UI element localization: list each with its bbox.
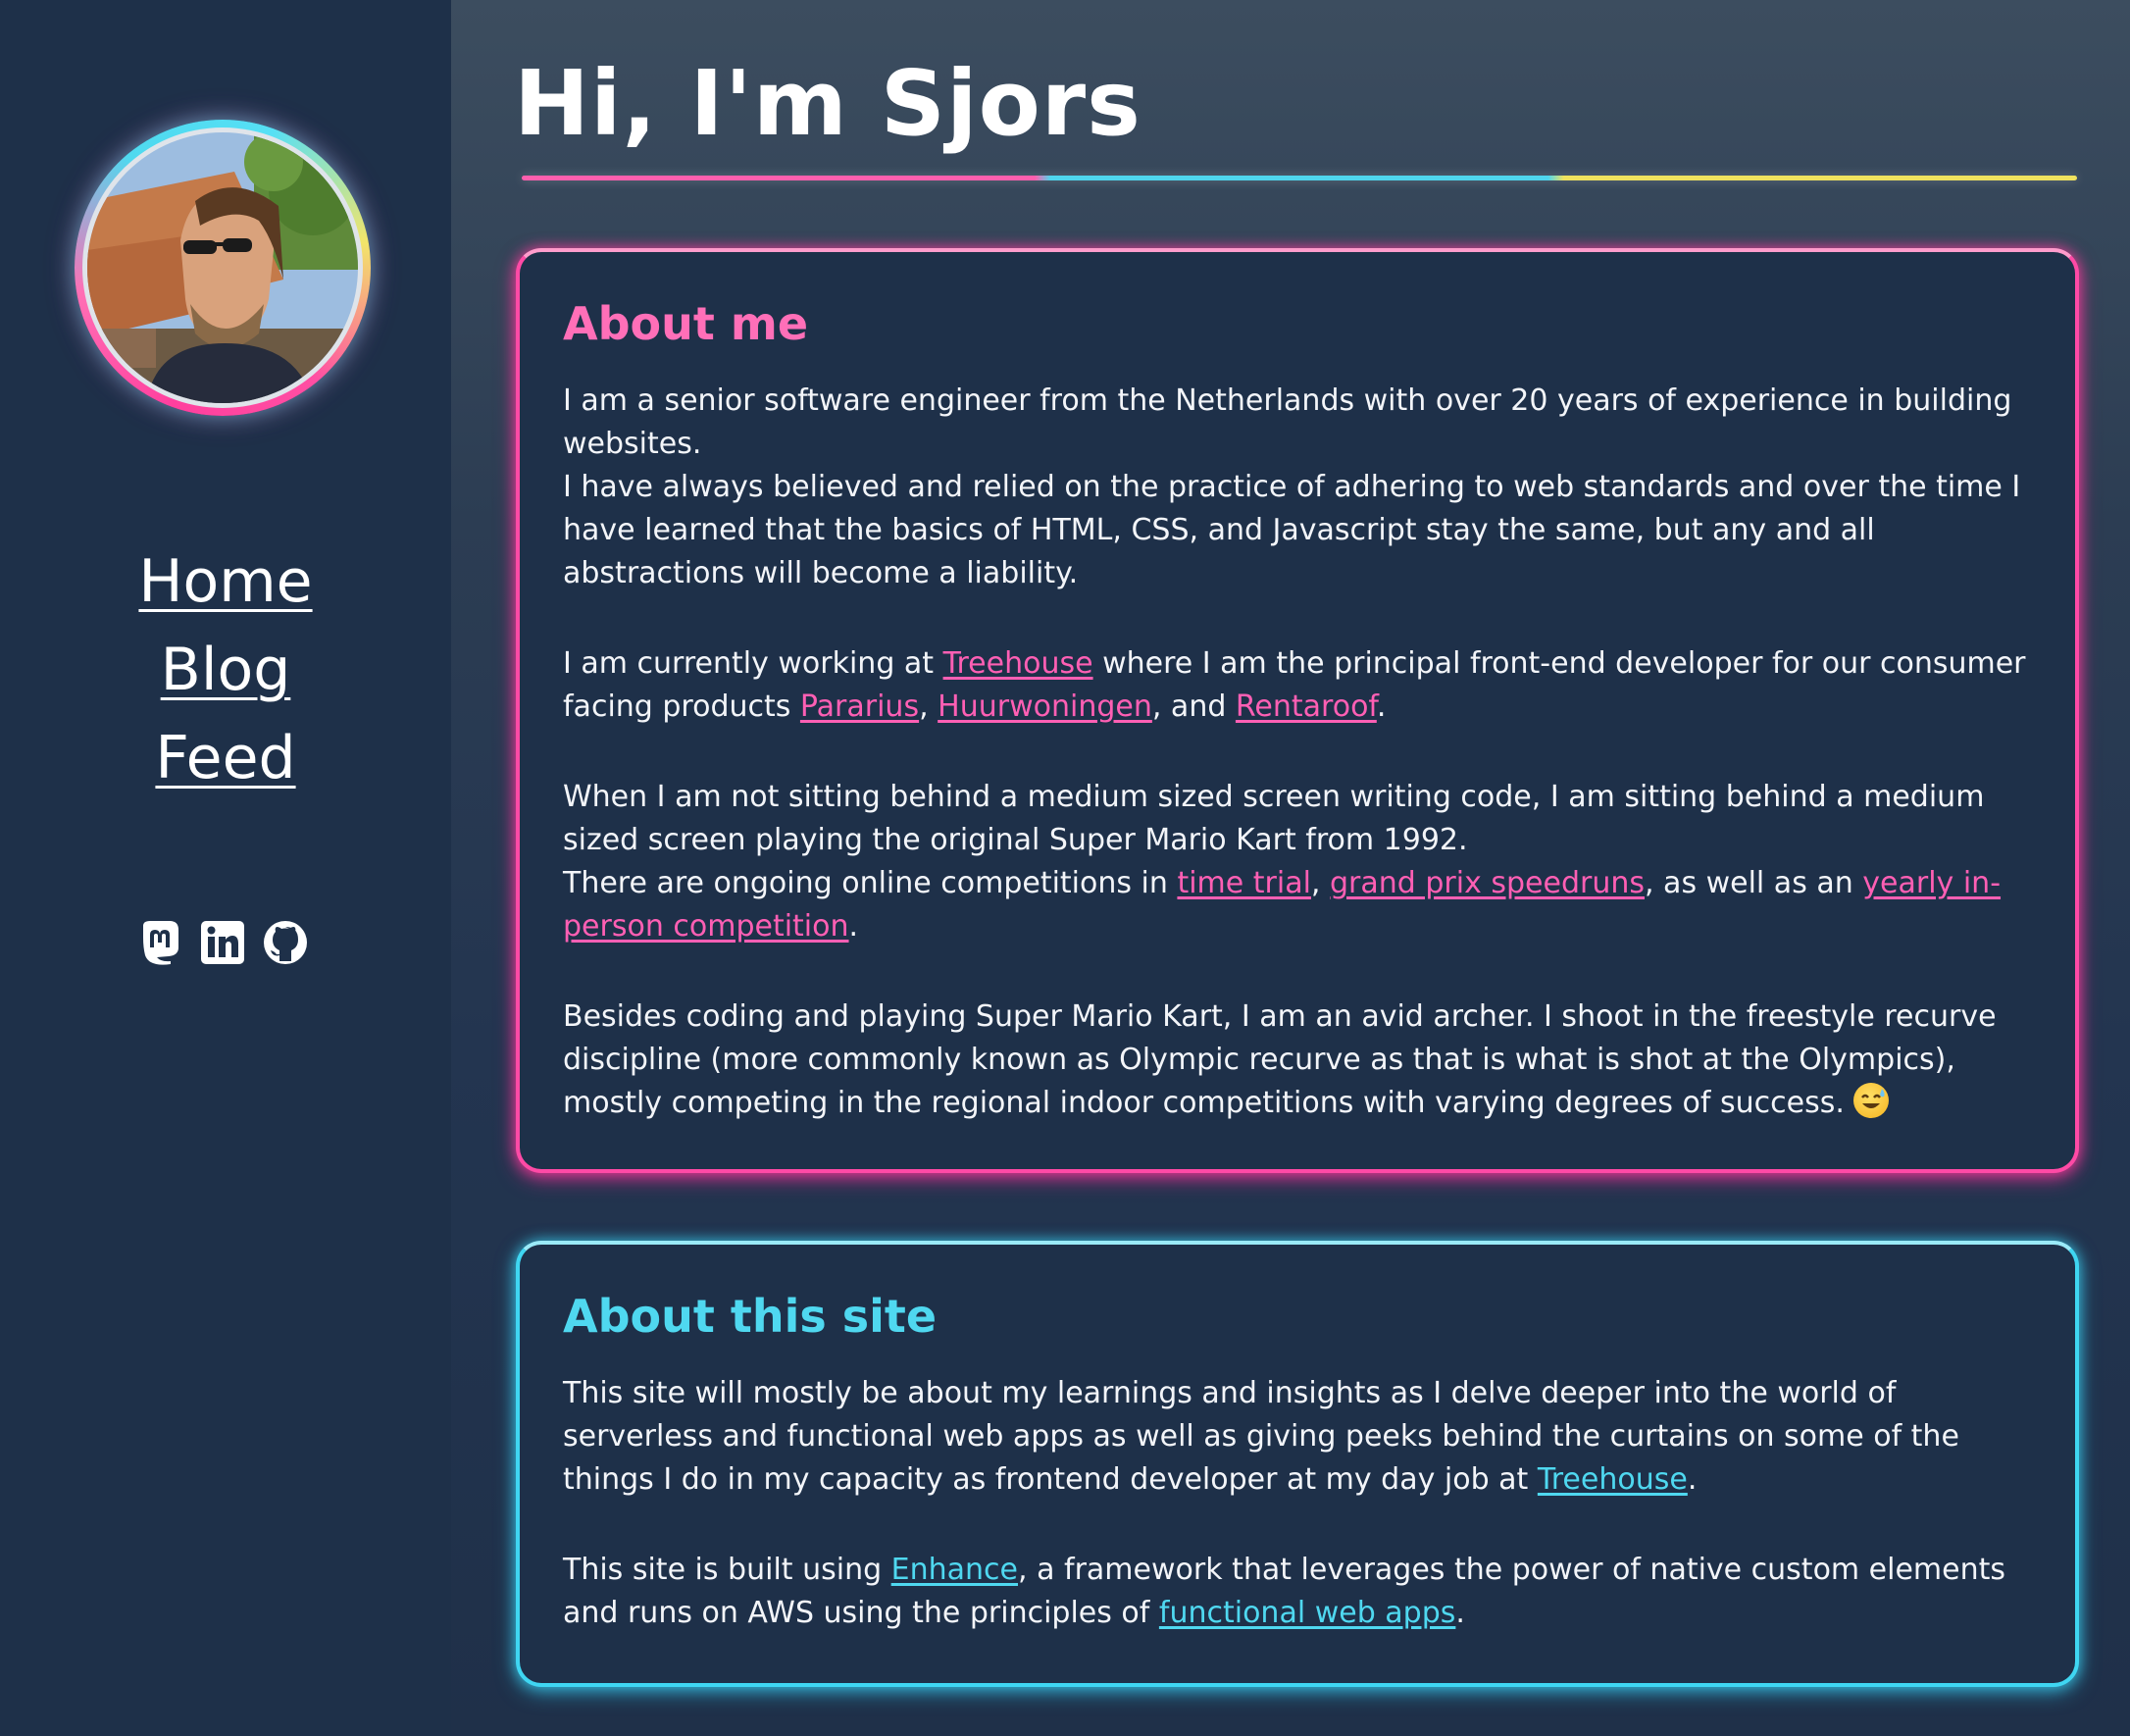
avatar [82,128,363,408]
enhance-link[interactable]: Enhance [891,1553,1018,1587]
text: This site will mostly be about my learni… [563,1376,1959,1497]
about-me-intro: I am a senior software engineer from the… [563,383,2012,461]
avatar-photo [87,132,358,403]
title-underline [522,176,2077,180]
text: . [1455,1596,1465,1630]
nav-link-home[interactable]: Home [0,537,451,626]
mario-kart-text: When I am not sitting behind a medium si… [563,780,1985,857]
text: . [1376,689,1387,724]
mastodon-icon[interactable] [135,918,184,967]
github-icon[interactable] [261,918,310,967]
nav-link-blog[interactable]: Blog [0,626,451,714]
text: . [1687,1462,1698,1497]
about-me-paragraph-4: Besides coding and playing Super Mario K… [563,996,2032,1125]
archery-text: Besides coding and playing Super Mario K… [563,999,1997,1120]
nav-link-feed[interactable]: Feed [0,714,451,802]
social-links [135,916,322,969]
sweat-smile-emoji-icon [1853,1083,1890,1118]
about-site-paragraph-1: This site will mostly be about my learni… [563,1372,2032,1502]
text: , as well as an [1644,866,1863,900]
huurwoningen-link[interactable]: Huurwoningen [938,689,1152,724]
about-me-card: About me I am a senior software engineer… [516,248,2079,1173]
about-site-card: About this site This site will mostly be… [516,1241,2079,1687]
text: There are ongoing online competitions in [563,866,1178,900]
text: I am currently working at [563,646,943,681]
time-trial-link[interactable]: time trial [1177,866,1310,900]
about-me-paragraph-2: I am currently working at Treehouse wher… [563,642,2032,729]
grand-prix-speedruns-link[interactable]: grand prix speedruns [1330,866,1645,900]
functional-web-apps-link[interactable]: functional web apps [1159,1596,1455,1630]
treehouse-link[interactable]: Treehouse [943,646,1093,681]
page-title: Hi, I'm Sjors [514,51,1141,156]
text: This site is built using [563,1553,891,1587]
about-me-heading: About me [563,297,809,350]
text: , and [1151,689,1236,724]
text: . [848,909,859,944]
about-site-heading: About this site [563,1290,938,1343]
about-me-standards: I have always believed and relied on the… [563,470,2021,590]
pararius-link[interactable]: Pararius [800,689,919,724]
avatar-ring [75,120,371,416]
rentaroof-link[interactable]: Rentaroof [1236,689,1377,724]
text: , [919,689,938,724]
text: , [1310,866,1330,900]
sidebar: Home Blog Feed [0,0,451,1736]
linkedin-icon[interactable] [198,918,247,967]
treehouse-link[interactable]: Treehouse [1538,1462,1688,1497]
about-me-paragraph-1: I am a senior software engineer from the… [563,380,2032,595]
about-me-paragraph-3: When I am not sitting behind a medium si… [563,776,2032,948]
about-site-paragraph-2: This site is built using Enhance, a fram… [563,1549,2032,1635]
main-nav: Home Blog Feed [0,537,451,802]
